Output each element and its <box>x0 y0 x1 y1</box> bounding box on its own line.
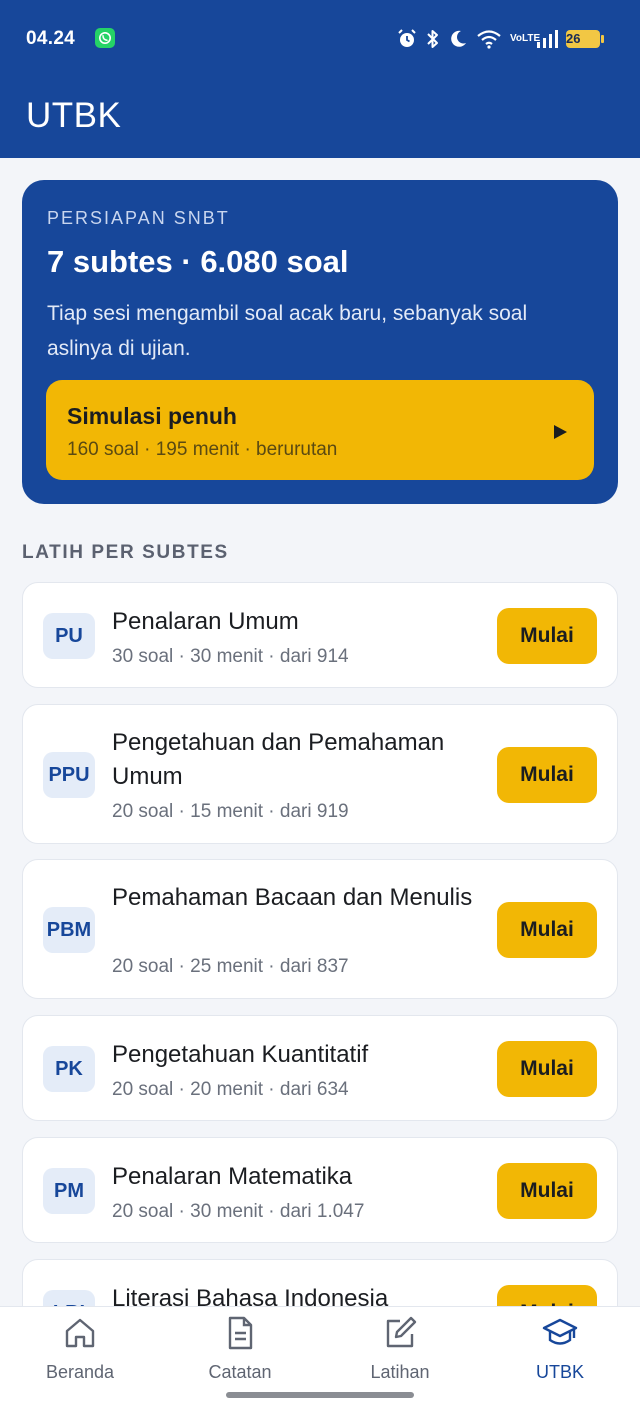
nav-label: Latihan <box>370 1362 430 1382</box>
nav-label: UTBK <box>535 1362 584 1382</box>
subtest-badge: PBM <box>43 907 95 953</box>
start-button[interactable]: Mulai <box>497 1041 597 1097</box>
status-bar: 04.24 Vo LTE 26 <box>0 0 640 78</box>
home-indicator <box>226 1392 414 1398</box>
nav-item-utbk[interactable]: UTBK <box>480 1307 640 1397</box>
whatsapp-icon <box>95 28 115 48</box>
hero-title: 7 subtes · 6.080 soal <box>47 244 349 279</box>
subtest-card-pk[interactable]: PK Pengetahuan Kuantitatif 20 soal · 20 … <box>22 1015 618 1121</box>
page-title: UTBK <box>26 96 122 135</box>
play-icon <box>552 424 568 445</box>
nav-item-beranda[interactable]: Beranda <box>0 1307 160 1397</box>
volte-indicator: Vo LTE <box>510 33 540 44</box>
subtest-card-pm[interactable]: PM Penalaran Matematika 20 soal · 30 men… <box>22 1137 618 1243</box>
home-icon <box>62 1315 98 1351</box>
alarm-icon <box>396 28 418 50</box>
graduation-cap-icon <box>542 1315 578 1351</box>
nav-label: Catatan <box>208 1362 272 1382</box>
subtest-meta: 20 soal · 30 menit · dari 1.047 <box>112 1201 365 1222</box>
moon-icon <box>448 29 468 49</box>
subtest-card-ppu[interactable]: PPU Pengetahuan dan Pemahaman Umum 20 so… <box>22 704 618 844</box>
edit-icon <box>382 1315 418 1351</box>
start-button[interactable]: Mulai <box>497 902 597 958</box>
subtest-title: Pengetahuan Kuantitatif <box>112 1041 369 1068</box>
subtest-meta: 20 soal · 20 menit · dari 634 <box>112 1079 349 1100</box>
simulation-title: Simulasi penuh <box>67 403 237 429</box>
hero-eyebrow: PERSIAPAN SNBT <box>47 208 230 228</box>
app-header: 04.24 Vo LTE 26 UTBK <box>0 0 640 158</box>
simulation-subtitle: 160 soal · 195 menit · berurutan <box>67 439 338 460</box>
nav-label: Beranda <box>45 1362 115 1382</box>
subtest-badge: PM <box>43 1168 95 1214</box>
subtest-badge: PPU <box>43 752 95 798</box>
hero-description: Tiap sesi mengambil soal acak baru, seba… <box>47 302 528 360</box>
subtest-title: Pemahaman Bacaan dan Menulis <box>112 884 473 911</box>
wifi-icon <box>476 29 502 49</box>
nav-item-latihan[interactable]: Latihan <box>320 1307 480 1397</box>
status-time: 04.24 <box>26 28 76 49</box>
nav-item-catatan[interactable]: Catatan <box>160 1307 320 1397</box>
subtest-badge: PU <box>43 613 95 659</box>
subtest-card-pu[interactable]: PU Penalaran Umum 30 soal · 30 menit · d… <box>22 582 618 688</box>
start-button[interactable]: Mulai <box>497 747 597 803</box>
snbt-hero-card: PERSIAPAN SNBT 7 subtes · 6.080 soal Tia… <box>22 180 618 504</box>
section-label: LATIH PER SUBTES <box>22 542 229 563</box>
subtest-title: Penalaran Matematika <box>112 1163 353 1190</box>
document-icon <box>222 1315 258 1351</box>
start-button[interactable]: Mulai <box>497 608 597 664</box>
signal-icon <box>536 30 558 48</box>
bluetooth-icon <box>426 28 440 50</box>
subtest-meta: 20 soal · 25 menit · dari 837 <box>112 956 349 977</box>
subtest-title: Pengetahuan dan Pemahaman Umum <box>112 729 445 790</box>
subtest-title: Penalaran Umum <box>112 608 299 635</box>
volte-top: Vo <box>510 33 523 44</box>
status-icons: Vo LTE 26 <box>396 26 604 52</box>
full-simulation-button[interactable]: Simulasi penuh 160 soal · 195 menit · be… <box>46 380 594 480</box>
battery-icon: 26 <box>566 30 604 48</box>
start-button[interactable]: Mulai <box>497 1163 597 1219</box>
subtest-card-pbm[interactable]: PBM Pemahaman Bacaan dan Menulis 20 soal… <box>22 859 618 999</box>
subtest-meta: 20 soal · 15 menit · dari 919 <box>112 801 349 822</box>
subtest-badge: PK <box>43 1046 95 1092</box>
subtest-meta: 30 soal · 30 menit · dari 914 <box>112 646 349 667</box>
